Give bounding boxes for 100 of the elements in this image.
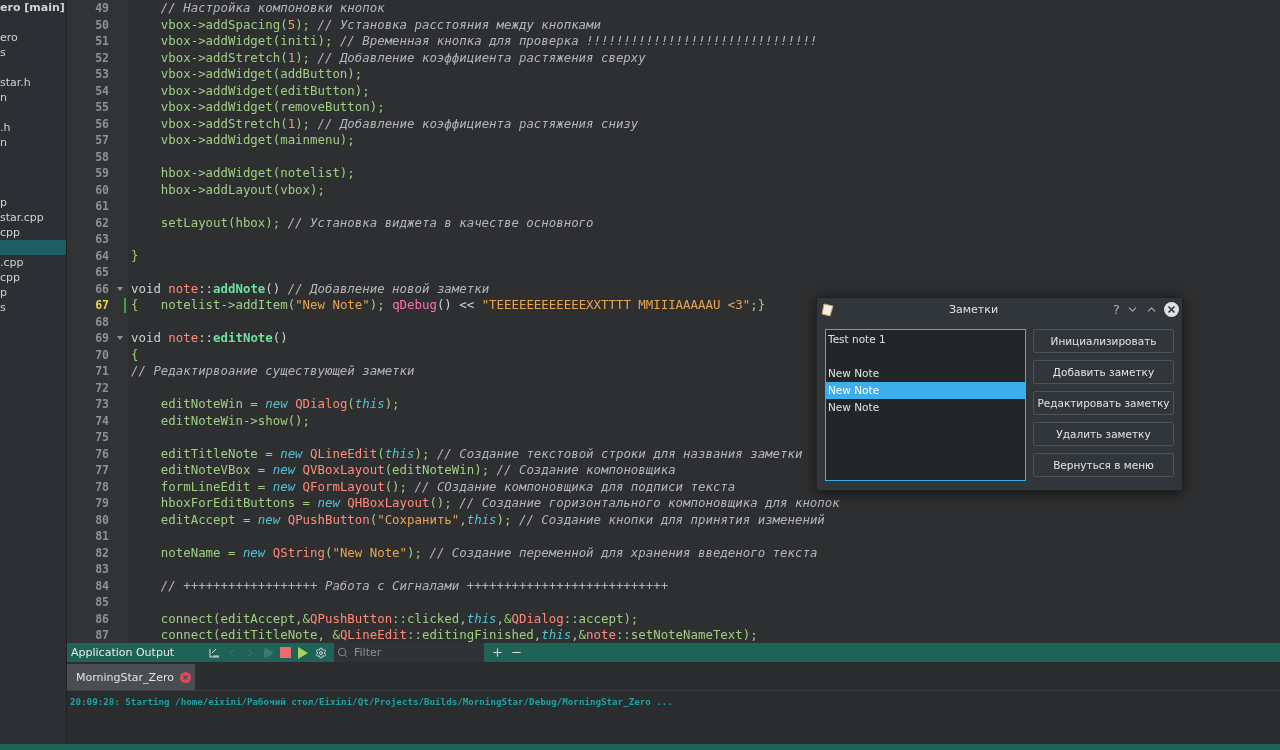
- dialog-button[interactable]: Удалить заметку: [1033, 422, 1174, 446]
- change-marker: [124, 298, 126, 313]
- line-number: 64: [94, 247, 109, 264]
- tree-item[interactable]: .h: [0, 120, 66, 135]
- dialog-button[interactable]: Вернуться в меню: [1033, 453, 1174, 477]
- dialog-button[interactable]: Инициализировать: [1033, 329, 1174, 353]
- line-number: 51: [94, 33, 109, 50]
- line-number: 87: [94, 627, 109, 643]
- filter-box[interactable]: Filter: [334, 643, 484, 662]
- code-line: formLineEdit = new QFormLayout(); // СОздание компоновщика для подписи текста: [159, 478, 736, 495]
- line-number: 53: [94, 66, 109, 83]
- dialog-button[interactable]: Добавить заметку: [1033, 360, 1174, 384]
- line-number: 69: [94, 330, 109, 347]
- line-number: 49: [94, 0, 109, 17]
- tree-item[interactable]: n: [0, 135, 66, 150]
- line-number: 58: [94, 148, 109, 165]
- output-tab[interactable]: MorningStar_Zero: [67, 664, 195, 690]
- line-number: 67: [94, 297, 109, 314]
- line-number: 68: [94, 313, 109, 330]
- list-item[interactable]: Test note 1: [826, 331, 1025, 348]
- tree-item[interactable]: star.cpp: [0, 210, 66, 225]
- line-number: 61: [94, 198, 109, 215]
- code-line: {: [131, 346, 139, 363]
- code-line: connect(editAccept,&QPushButton::clicked,this,&QDialog::accept);: [159, 610, 639, 627]
- code-line: editNoteWin->show();: [159, 412, 311, 429]
- code-line: vbox->addWidget(removeButton);: [159, 99, 385, 116]
- code-line: { notelist->addItem("New Note"); qDebug() << "TEEEEEEEEEEEEXXTTTT MMIIIAAAAAU <3";}: [131, 297, 766, 314]
- code-line: }: [131, 247, 139, 264]
- code-line: vbox->addSpacing(5); // Установка расстояния между кнопками: [159, 16, 601, 33]
- line-number: 76: [94, 445, 109, 462]
- line-number: 60: [94, 181, 109, 198]
- filter-field[interactable]: Filter: [352, 645, 466, 660]
- line-number: 79: [94, 495, 109, 512]
- code-line: hbox->addWidget(notelist);: [159, 165, 355, 182]
- line-number: 85: [94, 594, 109, 611]
- code-line: // Редактирвоание существующей заметки: [131, 363, 415, 380]
- line-number: 59: [94, 165, 109, 182]
- line-number: 57: [94, 132, 109, 149]
- fold-arrow-icon[interactable]: [117, 336, 123, 341]
- list-item[interactable]: New Note: [826, 365, 1025, 382]
- code-line: // Настройка компоновки кнопок: [159, 0, 385, 17]
- list-item[interactable]: New Note: [826, 399, 1025, 416]
- line-number: 71: [94, 363, 109, 380]
- line-number: 62: [94, 214, 109, 231]
- line-number: 56: [94, 115, 109, 132]
- stop-icon[interactable]: [277, 647, 294, 658]
- window-title: Заметки: [948, 303, 1000, 316]
- tab-label: MorningStar_Zero: [76, 670, 174, 684]
- fold-arrow-icon[interactable]: [117, 286, 123, 291]
- code-line: vbox->addStretch(1); // Добавление коэффициента растяжения сверху: [159, 49, 646, 66]
- tree-item[interactable]: .cpp: [0, 255, 66, 270]
- notepad-icon: [821, 302, 834, 317]
- tree-item[interactable]: s: [0, 45, 66, 60]
- code-line: vbox->addStretch(1); // Добавление коэффициента растяжения снизу: [159, 115, 639, 132]
- code-line: editNoteVBox = new QVBoxLayout(editNoteWin); // Создание компоновщика: [159, 462, 676, 479]
- line-number: 81: [94, 528, 109, 545]
- tree-item[interactable]: ero: [0, 30, 66, 45]
- line-number: 65: [94, 264, 109, 281]
- line-number: 66: [94, 280, 109, 297]
- dialog-button[interactable]: Редактировать заметку: [1033, 391, 1174, 415]
- line-number: 78: [94, 478, 109, 495]
- line-number: 70: [94, 346, 109, 363]
- line-number: 50: [94, 16, 109, 33]
- line-number: 82: [94, 544, 109, 561]
- search-icon: [337, 647, 348, 658]
- tree-item[interactable]: cpp: [0, 270, 66, 285]
- tree-item[interactable]: star.h: [0, 75, 66, 90]
- code-line: void note::editNote(): [131, 330, 288, 347]
- line-number: 75: [94, 429, 109, 446]
- code-line: editTitleNote = new QLineEdit(this); // Создание текстовой строки для названия заметки: [159, 445, 803, 462]
- tree-item[interactable]: n: [0, 90, 66, 105]
- line-number: 52: [94, 49, 109, 66]
- tree-item[interactable]: p: [0, 285, 66, 300]
- code-line: editNoteWin = new QDialog(this);: [159, 396, 400, 413]
- output-log: 20:09:28: Starting /home/eixini/Рабочий стол/Eixini/Qt/Projects/Builds/MorningStar/Debug/MorningStar_Zero ...: [69, 695, 674, 709]
- help-button[interactable]: ?: [1113, 302, 1120, 317]
- panel-title: Application Output: [70, 646, 176, 659]
- line-number: 80: [94, 511, 109, 528]
- code-line: hboxForEditButtons = new QHBoxLayout(); // Создание горизонтального компоновщика для кнопок: [159, 495, 840, 512]
- line-number: 83: [94, 561, 109, 578]
- code-line: setLayout(hbox); // Установка виджета в качестве основного: [159, 214, 594, 231]
- tree-item[interactable]: p: [0, 195, 66, 210]
- line-number: 86: [94, 610, 109, 627]
- line-number: 73: [94, 396, 109, 413]
- code-line: editAccept = new QPushButton("Сохранить",this); // Создание кнопки для принятия изменений: [159, 511, 825, 528]
- code-line: vbox->addWidget(editButton);: [159, 82, 370, 99]
- code-line: noteName = new QString("New Note"); // Создание переменной для хранения введеного текста: [159, 544, 818, 561]
- tree-item[interactable]: s: [0, 300, 66, 315]
- code-line: vbox->addWidget(mainmenu);: [159, 132, 355, 149]
- tree-item[interactable]: cpp: [0, 225, 66, 240]
- code-line: hbox->addLayout(vbox);: [159, 181, 325, 198]
- code-line: connect(editTitleNote, &QLineEdit::editingFinished,this,&note::setNoteNameText);: [159, 627, 758, 643]
- code-line: // ++++++++++++++++++ Работа с Сигналами +++++++++++++++++++++++++++: [159, 577, 669, 594]
- tree-item[interactable]: ero [main]: [0, 0, 66, 15]
- close-icon[interactable]: [1164, 302, 1179, 317]
- line-number: 55: [94, 99, 109, 116]
- line-number: 84: [94, 577, 109, 594]
- line-number: 77: [94, 462, 109, 479]
- line-number: 74: [94, 412, 109, 429]
- code-line: void note::addNote() // Добавление новой заметки: [131, 280, 490, 297]
